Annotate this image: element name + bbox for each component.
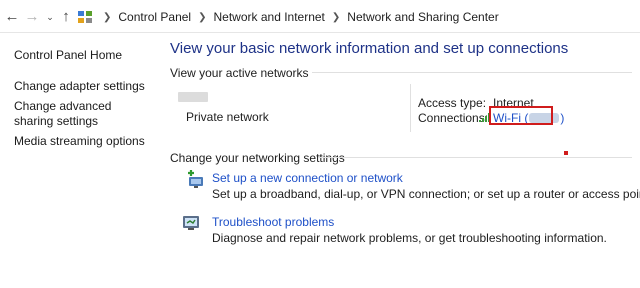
sidebar: Control Panel Home Change adapter settin… bbox=[14, 48, 154, 154]
connections-label: Connections: bbox=[418, 111, 489, 125]
column-divider bbox=[410, 84, 411, 132]
network-category: Private network bbox=[186, 110, 269, 124]
arrow-up-icon[interactable]: ↑ bbox=[58, 8, 74, 26]
control-panel-icon bbox=[78, 11, 92, 23]
access-type-label: Access type: bbox=[418, 96, 487, 110]
page-title: View your basic network information and … bbox=[170, 40, 569, 57]
setup-new-connection-link[interactable]: Set up a new connection or network bbox=[212, 171, 403, 185]
arrow-left-icon[interactable]: ← bbox=[4, 8, 20, 26]
address-bar: ← → ⌄ ↑ ❯ Control Panel ❯ Network and In… bbox=[0, 0, 640, 34]
troubleshoot-problems-desc: Diagnose and repair network problems, or… bbox=[212, 231, 607, 245]
network-name-redacted bbox=[178, 92, 208, 102]
section-divider bbox=[312, 72, 632, 73]
settings-header: Change your networking settings bbox=[170, 151, 345, 165]
control-panel-home-link[interactable]: Control Panel Home bbox=[14, 48, 154, 63]
new-connection-icon bbox=[188, 170, 203, 188]
troubleshoot-icon bbox=[183, 216, 199, 230]
troubleshoot-problems-link[interactable]: Troubleshoot problems bbox=[212, 215, 334, 229]
annotation-marker bbox=[564, 151, 568, 155]
address-bar-divider bbox=[0, 32, 640, 33]
change-adapter-settings-link[interactable]: Change adapter settings bbox=[14, 79, 154, 94]
highlight-box bbox=[489, 106, 553, 125]
chevron-right-icon[interactable]: ❯ bbox=[103, 12, 111, 23]
breadcrumb: ❯ Control Panel ❯ Network and Internet ❯… bbox=[96, 10, 499, 24]
section-divider bbox=[318, 157, 632, 158]
crumb-network-sharing-center[interactable]: Network and Sharing Center bbox=[347, 10, 498, 24]
chevron-down-icon[interactable]: ⌄ bbox=[42, 8, 58, 26]
media-streaming-options-link[interactable]: Media streaming options bbox=[14, 134, 154, 149]
chevron-right-icon[interactable]: ❯ bbox=[332, 12, 340, 23]
setup-new-connection-desc: Set up a broadband, dial-up, or VPN conn… bbox=[212, 187, 640, 201]
chevron-right-icon[interactable]: ❯ bbox=[198, 12, 206, 23]
wifi-link-suffix: ) bbox=[560, 111, 565, 125]
crumb-network-and-internet[interactable]: Network and Internet bbox=[214, 10, 325, 24]
arrow-right-icon[interactable]: → bbox=[24, 8, 40, 26]
active-networks-header: View your active networks bbox=[170, 66, 309, 80]
crumb-control-panel[interactable]: Control Panel bbox=[118, 10, 191, 24]
change-advanced-sharing-link[interactable]: Change advanced sharing settings bbox=[14, 99, 132, 129]
